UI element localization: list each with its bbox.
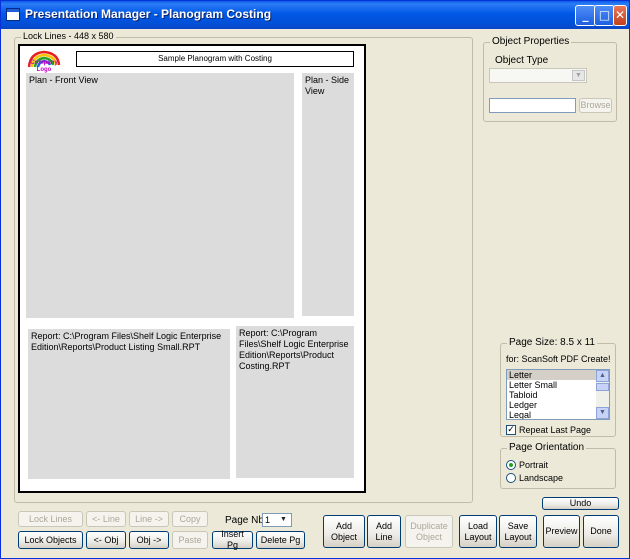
load-layout-button[interactable]: Load Layout — [459, 515, 497, 548]
lock-lines-button[interactable]: Lock Lines — [18, 511, 83, 527]
scroll-up-icon[interactable]: ▲ — [596, 370, 609, 382]
side-view-panel[interactable]: Plan - Side View — [302, 73, 354, 316]
add-line-button[interactable]: Add Line — [367, 515, 401, 548]
add-object-button[interactable]: Add Object — [323, 515, 365, 548]
lock-lines-label: Lock Lines - 448 x 580 — [21, 31, 116, 41]
report-product-costing-panel[interactable]: Report: C:\Program Files\Shelf Logic Ent… — [236, 326, 354, 478]
page-size-label: Page Size: 8.5 x 11 — [507, 337, 597, 348]
next-line-button[interactable]: Line -> — [129, 511, 169, 527]
page-size-scrollbar[interactable]: ▲ ▼ — [596, 370, 609, 419]
front-view-panel[interactable]: Plan - Front View — [26, 73, 294, 318]
lock-objects-button[interactable]: Lock Objects — [18, 531, 83, 549]
page-nbr-label: Page Nbr — [225, 515, 268, 526]
repeat-last-page-checkbox[interactable]: ✓ — [506, 425, 516, 435]
close-button[interactable]: ✕ — [613, 5, 627, 26]
preview-button[interactable]: Preview — [543, 515, 580, 548]
company-logo[interactable]: Company Logo — [26, 49, 62, 73]
chevron-down-icon[interactable]: ▼ — [572, 70, 585, 81]
delete-page-button[interactable]: Delete Pg — [256, 531, 305, 549]
list-item[interactable]: Letter — [507, 370, 609, 380]
page-nbr-value: 1 — [265, 515, 271, 525]
repeat-last-page-label: Repeat Last Page — [519, 425, 592, 435]
scroll-thumb[interactable] — [596, 383, 609, 391]
list-item[interactable]: Ledger — [507, 400, 609, 410]
chevron-down-icon[interactable]: ▼ — [277, 515, 290, 526]
layout-canvas[interactable]: Company Logo Sample Planogram with Costi… — [18, 44, 366, 493]
object-type-select[interactable]: ▼ — [489, 68, 587, 83]
object-type-label: Object Type — [495, 55, 549, 66]
maximize-button[interactable]: □ — [594, 5, 615, 26]
app-window-icon — [6, 8, 20, 21]
list-item[interactable]: Tabloid — [507, 390, 609, 400]
duplicate-object-button[interactable]: Duplicate Object — [405, 515, 453, 548]
presentation-manager-window: Presentation Manager - Planogram Costing… — [0, 0, 630, 559]
insert-page-button[interactable]: Insert Pg — [212, 529, 253, 550]
list-item[interactable]: Letter Small — [507, 380, 609, 390]
portrait-radio[interactable] — [506, 460, 516, 470]
prev-obj-button[interactable]: <- Obj — [86, 531, 126, 549]
minimize-button[interactable]: _ — [575, 5, 596, 26]
page-orientation-label: Page Orientation — [507, 442, 587, 453]
done-button[interactable]: Done — [583, 515, 619, 548]
logo-text-line1: Company — [30, 60, 58, 66]
copy-button[interactable]: Copy — [172, 511, 208, 527]
paste-button[interactable]: Paste — [172, 531, 208, 549]
portrait-label: Portrait — [519, 460, 549, 470]
landscape-radio[interactable] — [506, 473, 516, 483]
prev-line-button[interactable]: <- Line — [86, 511, 126, 527]
page-nbr-select[interactable]: 1 ▼ — [262, 513, 292, 527]
title-bar[interactable]: Presentation Manager - Planogram Costing… — [1, 1, 629, 29]
save-layout-button[interactable]: Save Layout — [499, 515, 537, 548]
scroll-down-icon[interactable]: ▼ — [596, 407, 609, 419]
printer-label: for: ScanSoft PDF Create! — [506, 354, 611, 364]
page-size-list[interactable]: Letter Letter Small Tabloid Ledger Legal… — [506, 369, 610, 420]
canvas-title-box[interactable]: Sample Planogram with Costing — [76, 51, 354, 67]
window-title: Presentation Manager - Planogram Costing — [25, 7, 272, 21]
next-obj-button[interactable]: Obj -> — [129, 531, 169, 549]
object-path-field[interactable] — [489, 98, 576, 113]
browse-button[interactable]: Browse — [579, 98, 612, 113]
report-product-listing-panel[interactable]: Report: C:\Program Files\Shelf Logic Ent… — [28, 329, 230, 479]
object-properties-label: Object Properties — [490, 36, 572, 47]
undo-button[interactable]: Undo — [542, 497, 619, 510]
list-item[interactable]: Legal — [507, 410, 609, 419]
landscape-label: Landscape — [519, 473, 564, 483]
